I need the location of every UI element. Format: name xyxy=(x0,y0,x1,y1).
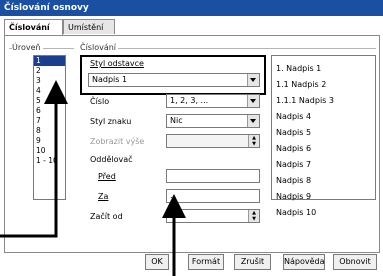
annotation-arrows xyxy=(0,80,186,276)
level-pointer-arrow xyxy=(0,80,68,238)
tab-numbering[interactable]: Číslování xyxy=(4,19,63,35)
outline-numbering-dialog: Číslování osnovy Číslování Umístění Úrov… xyxy=(0,0,383,276)
